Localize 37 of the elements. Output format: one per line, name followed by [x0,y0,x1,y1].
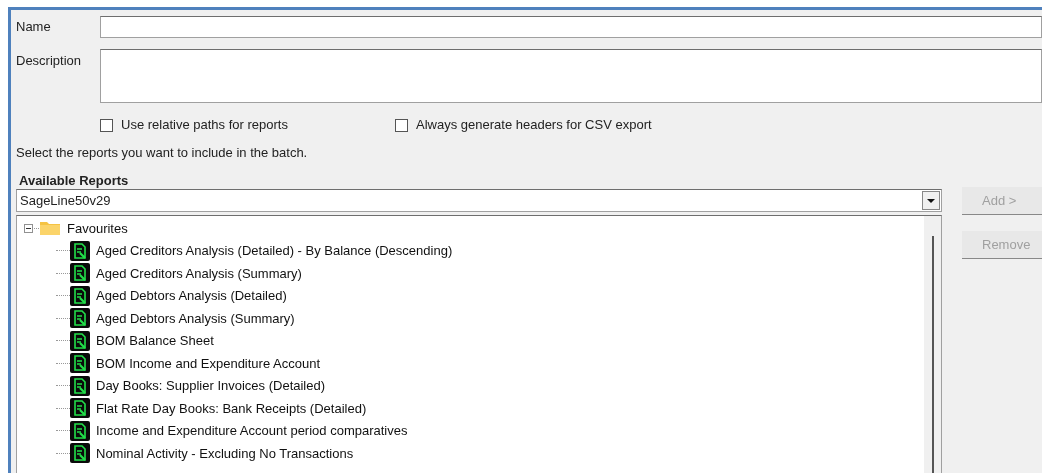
checkbox-label: Use relative paths for reports [121,116,288,135]
tree-item[interactable]: Aged Creditors Analysis (Summary) [96,263,302,283]
folder-icon [39,220,61,237]
tree-item[interactable]: Income and Expenditure Account period comparatives [96,421,408,441]
tree-item[interactable]: Nominal Activity - Excluding No Transactions [96,443,354,463]
checkbox[interactable] [395,118,408,132]
report-icon [70,308,90,329]
tree-item[interactable]: BOM Income and Expenditure Account [96,353,320,373]
tree-item[interactable]: Aged Debtors Analysis (Detailed) [96,286,287,306]
report-icon [70,353,90,374]
report-icon [70,285,90,306]
report-icon [70,240,90,261]
tree-item[interactable]: Flat Rate Day Books: Bank Receipts (Detailed) [96,398,367,418]
report-icon [70,420,90,441]
tree-item[interactable]: Aged Creditors Analysis (Detailed) - By Balance (Descending) [96,241,453,261]
description-field[interactable] [100,49,1042,103]
report-icon [70,443,90,464]
tree-item[interactable]: Aged Debtors Analysis (Summary) [96,308,295,328]
expand-toggle[interactable] [24,223,33,233]
checkbox-label: Always generate headers for CSV export [416,116,652,135]
report-icon [70,263,90,284]
name-label: Name [16,18,52,37]
scrollbar[interactable] [924,216,941,473]
name-field[interactable] [100,16,1042,38]
minus-icon [26,225,31,231]
section-title: Available Reports [18,172,130,187]
tree-item[interactable]: BOM Balance Sheet [96,331,214,351]
report-icon [70,330,90,351]
description-label: Description [16,52,83,70]
tree-item[interactable]: Day Books: Supplier Invoices (Detailed) [96,376,326,396]
source-dropdown[interactable]: SageLine50v29 [16,189,942,212]
tree-item[interactable]: Favourites [67,218,128,238]
checkbox[interactable] [100,118,113,132]
instruction-text: Select the reports you want to include in the batch. [16,144,309,161]
report-icon [70,375,90,396]
report-icon [70,398,90,419]
dropdown-value: SageLine50v29 [19,191,112,210]
